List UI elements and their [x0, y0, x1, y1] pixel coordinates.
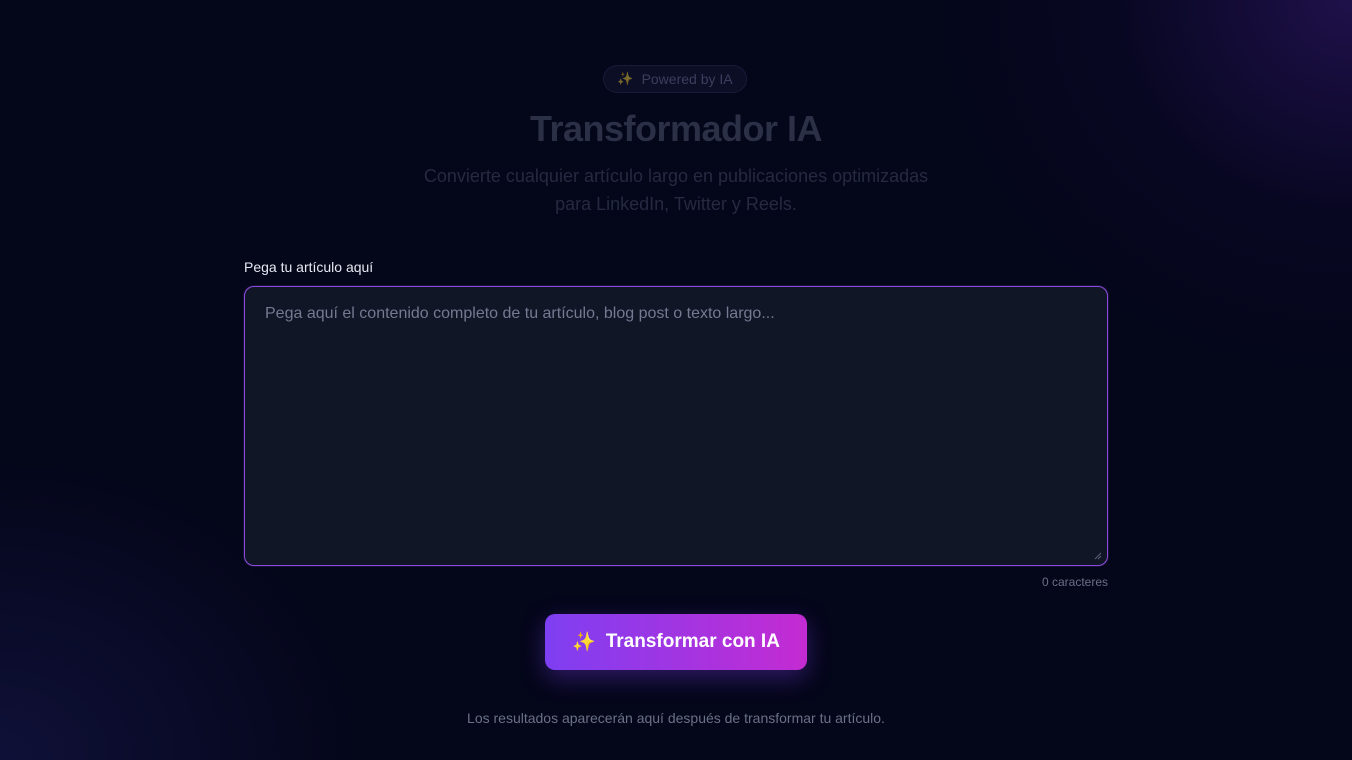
- page-subtitle: Convierte cualquier artículo largo en pu…: [376, 162, 976, 218]
- page-title: Transformador IA: [529, 108, 823, 149]
- page: ✨ Powered by IA Transformador IA Convier…: [0, 0, 1352, 760]
- article-field-label: Pega tu artículo aquí: [244, 259, 374, 275]
- results-placeholder-text: Los resultados aparecerán aquí después d…: [467, 710, 885, 726]
- character-count: 0 caracteres: [1041, 575, 1108, 589]
- article-textarea-placeholder: Pega aquí el contenido completo de tu ar…: [265, 305, 775, 322]
- powered-by-badge: ✨ Powered by IA: [603, 65, 747, 93]
- subtitle-line-2: para LinkedIn, Twitter y Reels.: [555, 194, 797, 214]
- subtitle-line-1: Convierte cualquier artículo largo en pu…: [423, 166, 929, 186]
- sparkles-icon: ✨: [572, 632, 596, 653]
- resize-handle-icon[interactable]: [1094, 552, 1102, 560]
- badge-text: Powered by IA: [641, 71, 733, 87]
- article-textarea[interactable]: Pega aquí el contenido completo de tu ar…: [244, 286, 1108, 566]
- transform-button[interactable]: ✨ Transformar con IA: [545, 614, 807, 670]
- transform-button-label: Transformar con IA: [605, 631, 780, 652]
- sparkles-icon: ✨: [617, 71, 634, 86]
